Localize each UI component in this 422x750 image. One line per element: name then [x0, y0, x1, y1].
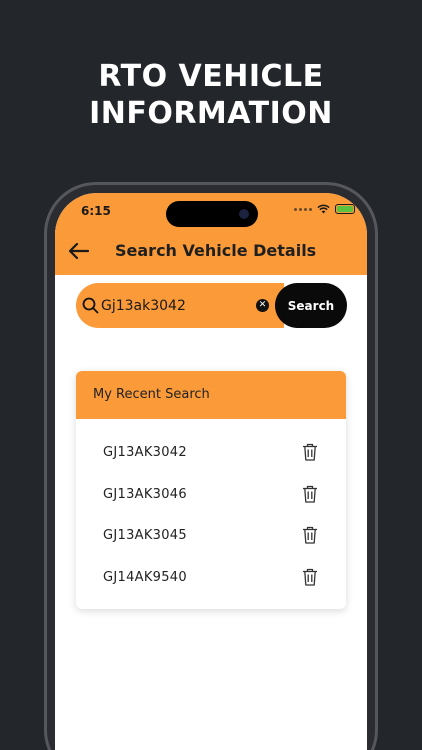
status-icons: [294, 204, 355, 214]
recent-search-item[interactable]: GJ14AK9540: [76, 558, 346, 600]
dynamic-island: [166, 201, 258, 227]
page-title: Search Vehicle Details: [115, 241, 317, 260]
app-screen: 6:15 Search Vehicle Details ✕ Search: [55, 193, 367, 750]
trash-icon[interactable]: [302, 443, 318, 461]
status-time: 6:15: [81, 204, 111, 218]
headline-line-1: RTO VEHICLE: [98, 59, 324, 94]
trash-icon[interactable]: [302, 568, 318, 586]
recent-search-title: My Recent Search: [76, 371, 346, 419]
recent-search-item[interactable]: GJ13AK3045: [76, 516, 346, 558]
plate-number: GJ13AK3042: [103, 445, 187, 460]
signal-icon: [294, 207, 312, 211]
wifi-icon: [317, 204, 330, 214]
search-input[interactable]: [101, 283, 251, 328]
arrow-left-icon[interactable]: [69, 243, 89, 259]
plate-number: GJ13AK3045: [103, 528, 187, 543]
trash-icon[interactable]: [302, 526, 318, 544]
battery-icon: [335, 204, 355, 214]
recent-search-list: GJ13AK3042 GJ13AK3046 GJ13AK3045 GJ14AK9…: [76, 419, 346, 599]
promo-headline: RTO VEHICLE INFORMATION: [0, 58, 422, 132]
headline-line-2: INFORMATION: [89, 96, 333, 131]
trash-icon[interactable]: [302, 485, 318, 503]
search-icon: [82, 297, 99, 314]
camera-icon: [239, 209, 249, 219]
plate-number: GJ13AK3046: [103, 486, 187, 502]
recent-search-card: My Recent Search GJ13AK3042 GJ13AK3046 G…: [76, 371, 346, 609]
recent-search-item[interactable]: GJ13AK3042: [76, 433, 346, 475]
plate-number: GJ14AK9540: [103, 569, 187, 585]
app-bar: 6:15 Search Vehicle Details: [55, 193, 367, 275]
recent-search-item[interactable]: GJ13AK3046: [76, 475, 346, 517]
search-field[interactable]: ✕: [76, 283, 284, 328]
search-bar: ✕ Search: [76, 283, 347, 328]
clear-icon[interactable]: ✕: [256, 299, 269, 312]
search-button[interactable]: Search: [275, 283, 347, 328]
